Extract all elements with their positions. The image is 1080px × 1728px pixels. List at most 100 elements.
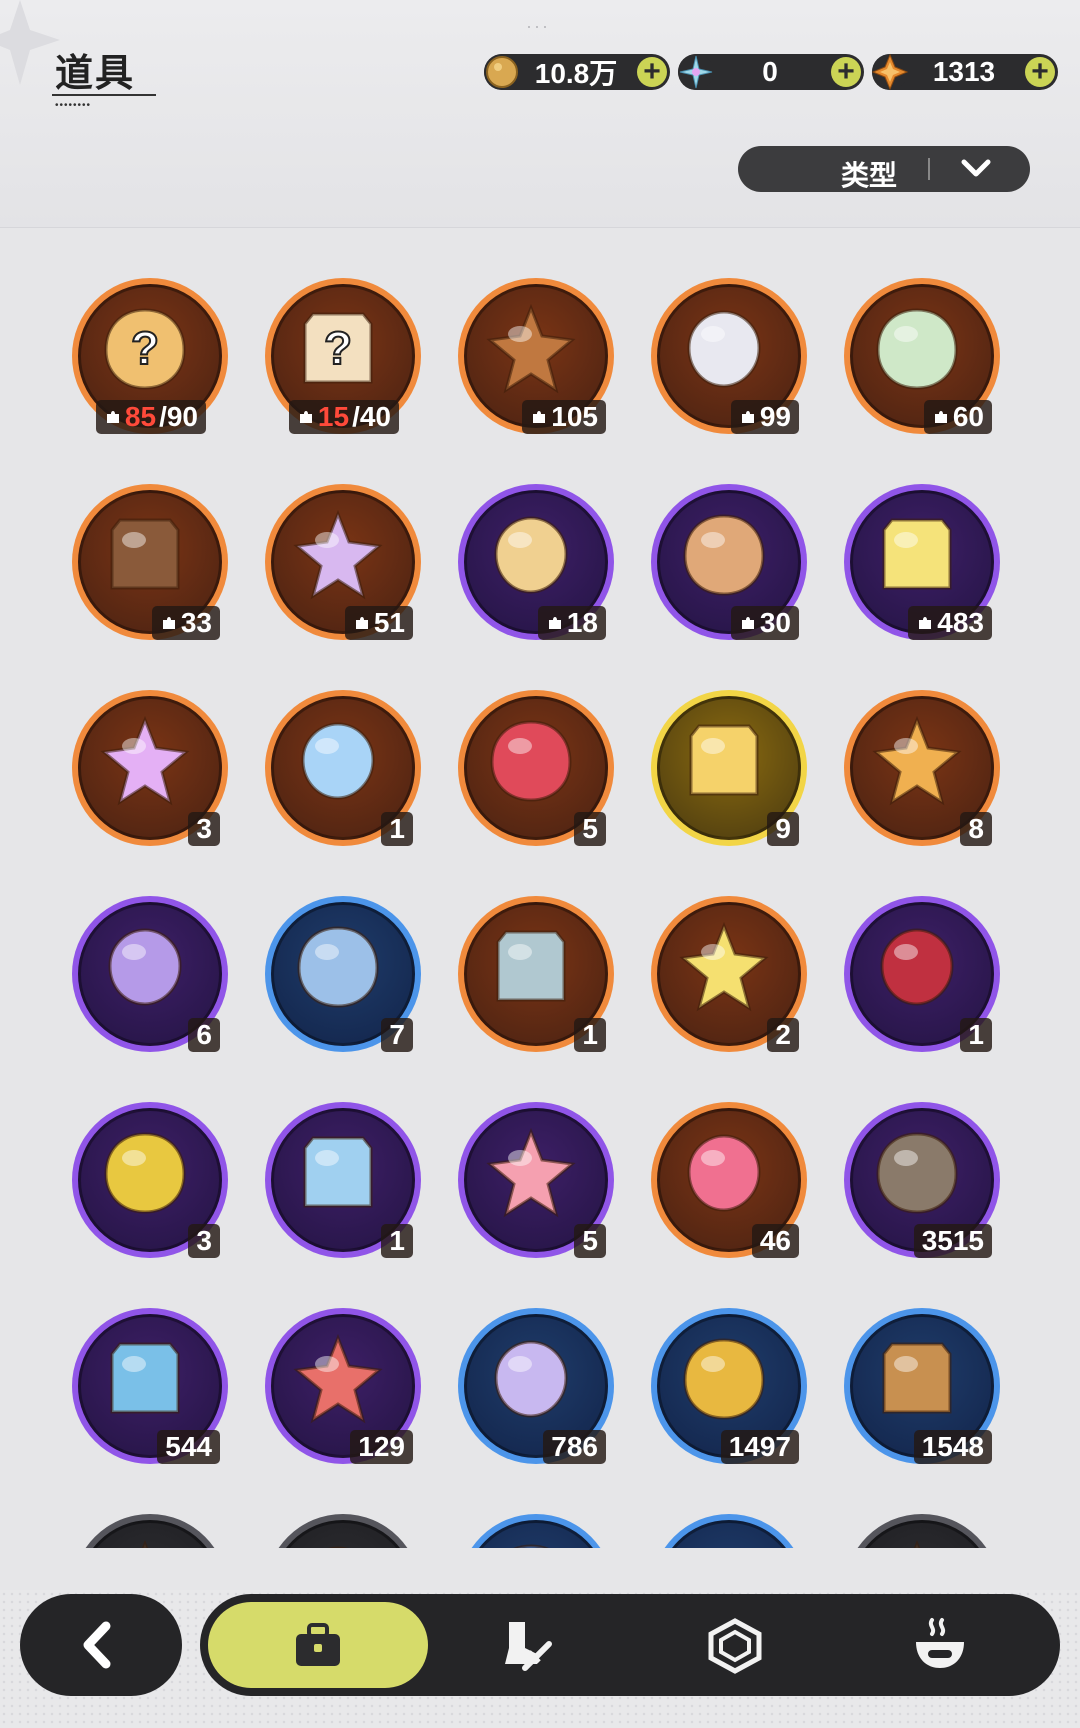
inventory-item[interactable]: 3 bbox=[72, 1102, 228, 1258]
inventory-item[interactable]: 1 bbox=[265, 1102, 421, 1258]
bottom-tab-strip bbox=[200, 1594, 1060, 1696]
add-crystal-button[interactable]: + bbox=[831, 57, 861, 87]
inventory-item[interactable]: 9 bbox=[651, 690, 807, 846]
inventory-item[interactable]: 30 bbox=[651, 484, 807, 640]
item-count: 5 bbox=[582, 813, 598, 844]
item-count-badge: 18 bbox=[537, 606, 606, 640]
inventory-item[interactable]: 2 bbox=[651, 896, 807, 1052]
item-count-badge: 1548 bbox=[913, 1430, 992, 1464]
inventory-item[interactable]: 60 bbox=[844, 278, 1000, 434]
inventory-item[interactable]: 483 bbox=[844, 484, 1000, 640]
item-count-badge: 1 bbox=[381, 812, 413, 846]
puzzle-piece-icon bbox=[106, 411, 119, 423]
item-count: 46 bbox=[759, 1225, 791, 1256]
inventory-item[interactable]: ? 15/40 bbox=[265, 278, 421, 434]
pink-apple-icon bbox=[486, 1128, 576, 1218]
item-count-badge: 483 bbox=[908, 606, 992, 640]
inventory-item[interactable] bbox=[651, 1514, 807, 1548]
add-star-gem-button[interactable]: + bbox=[1025, 57, 1055, 87]
item-count-badge: 5 bbox=[574, 1224, 606, 1258]
gift-box-icon bbox=[880, 928, 954, 1006]
drag-handle[interactable]: ··· bbox=[526, 16, 550, 37]
inventory-item[interactable]: 105 bbox=[458, 278, 614, 434]
chevron-down-icon bbox=[961, 159, 991, 177]
inventory-item[interactable] bbox=[72, 1514, 228, 1548]
sort-type-dropdown[interactable]: 类型 bbox=[738, 146, 1030, 192]
add-gold-button[interactable]: + bbox=[637, 57, 667, 87]
cooking-tab[interactable] bbox=[865, 1602, 1015, 1688]
mystery-orange-pet-icon: ? bbox=[104, 308, 186, 390]
inventory-item[interactable] bbox=[458, 1514, 614, 1548]
item-count: 1 bbox=[389, 1225, 405, 1256]
inventory-item[interactable]: 5 bbox=[458, 1102, 614, 1258]
hamster-pet-fragment-icon bbox=[494, 516, 568, 594]
item-count: 483 bbox=[937, 607, 984, 638]
header-bar: ··· 道具 •••••••• 10.8万 + 0 + 1313 + 类型 bbox=[0, 0, 1080, 228]
bag-tab[interactable] bbox=[208, 1602, 428, 1688]
inventory-item[interactable]: 3 bbox=[72, 690, 228, 846]
inventory-item[interactable]: 18 bbox=[458, 484, 614, 640]
orange-star-gem-icon bbox=[871, 53, 909, 91]
inventory-item[interactable]: 99 bbox=[651, 278, 807, 434]
back-button[interactable] bbox=[20, 1594, 182, 1696]
item-count: 129 bbox=[358, 1431, 405, 1462]
item-count: 1548 bbox=[921, 1431, 984, 1462]
inventory-item[interactable]: 1 bbox=[458, 896, 614, 1052]
item-count: 6 bbox=[196, 1019, 212, 1050]
sort-divider bbox=[928, 158, 930, 180]
inventory-item[interactable]: 544 bbox=[72, 1308, 228, 1464]
inventory-item[interactable] bbox=[265, 1514, 421, 1548]
item-count-badge: 99 bbox=[730, 400, 799, 434]
blue-rune-coin-icon bbox=[110, 1342, 180, 1414]
golden-shell-icon bbox=[104, 1132, 186, 1214]
title-underline bbox=[52, 94, 156, 96]
inventory-item[interactable]: 3515 bbox=[844, 1102, 1000, 1258]
blue-star-crystal-icon bbox=[301, 722, 375, 800]
inventory-item[interactable]: 129 bbox=[265, 1308, 421, 1464]
gem-tab[interactable] bbox=[660, 1602, 810, 1688]
gold-coin-icon bbox=[484, 54, 520, 90]
item-count: 3 bbox=[196, 813, 212, 844]
inventory-item[interactable]: 6 bbox=[72, 896, 228, 1052]
svg-text:?: ? bbox=[324, 322, 352, 374]
inventory-item[interactable]: 1497 bbox=[651, 1308, 807, 1464]
item-required-count: /90 bbox=[159, 401, 198, 432]
item-count: 105 bbox=[551, 401, 598, 432]
equipment-tab[interactable] bbox=[450, 1602, 600, 1688]
item-count-badge: 85/90 bbox=[95, 400, 206, 434]
puzzle-piece-icon bbox=[299, 411, 312, 423]
item-count-badge: 1497 bbox=[720, 1430, 799, 1464]
purple-character-card-icon bbox=[108, 928, 182, 1006]
star-gem-value: 1313 bbox=[932, 56, 996, 87]
inventory-item[interactable]: 786 bbox=[458, 1308, 614, 1464]
item-count-badge: 105 bbox=[522, 400, 606, 434]
inventory-item[interactable] bbox=[844, 1514, 1000, 1548]
item-count-badge: 9 bbox=[767, 812, 799, 846]
inventory-item[interactable]: 33 bbox=[72, 484, 228, 640]
item-count: 7 bbox=[389, 1019, 405, 1050]
dark-item-icon bbox=[913, 1540, 921, 1548]
currency-star-gem: 1313 + bbox=[871, 53, 1058, 91]
item-count: 60 bbox=[952, 401, 984, 432]
page-title: 道具 bbox=[55, 53, 136, 95]
inventory-item[interactable]: 5 bbox=[458, 690, 614, 846]
dark-item-icon bbox=[328, 1546, 348, 1548]
sort-label: 类型 bbox=[840, 160, 897, 191]
inventory-item[interactable]: 7 bbox=[265, 896, 421, 1052]
item-count-badge: 7 bbox=[381, 1018, 413, 1052]
clover-ticket-icon bbox=[679, 922, 769, 1012]
inventory-item[interactable]: 46 bbox=[651, 1102, 807, 1258]
item-count: 5 bbox=[582, 1225, 598, 1256]
item-count: 33 bbox=[180, 607, 212, 638]
currency-gold: 10.8万 + bbox=[484, 54, 670, 90]
gold-value: 10.8万 bbox=[534, 58, 618, 89]
dark-bear-pet-fragment-icon bbox=[110, 518, 180, 590]
inventory-item[interactable]: 51 bbox=[265, 484, 421, 640]
item-owned-count: 85 bbox=[124, 401, 157, 432]
inventory-item[interactable]: 1 bbox=[844, 896, 1000, 1052]
inventory-item[interactable]: 1 bbox=[265, 690, 421, 846]
inventory-item[interactable]: ? 85/90 bbox=[72, 278, 228, 434]
inventory-item[interactable]: 8 bbox=[844, 690, 1000, 846]
inventory-item[interactable]: 1548 bbox=[844, 1308, 1000, 1464]
item-count-badge: 129 bbox=[350, 1430, 413, 1464]
